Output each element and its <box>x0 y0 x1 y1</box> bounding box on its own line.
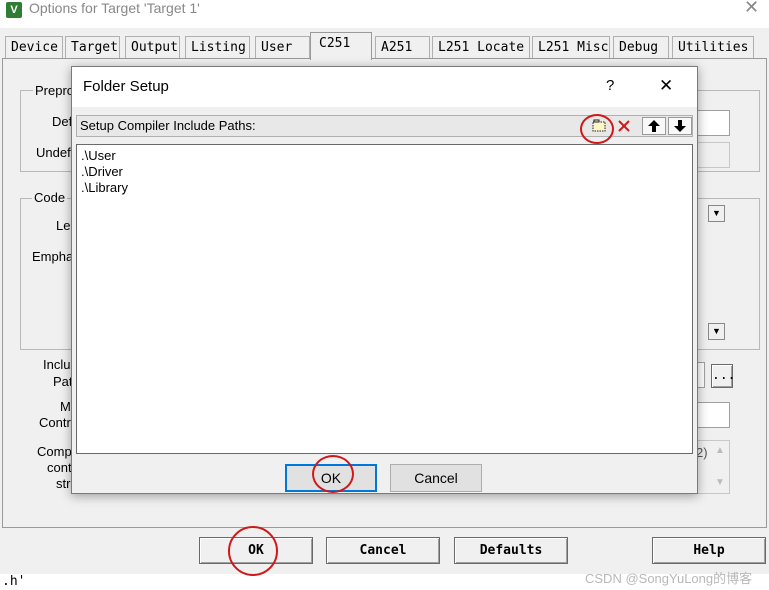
delete-icon[interactable] <box>612 117 636 135</box>
compiler-control-label-1: Comp <box>37 444 72 459</box>
folder-setup-cancel-button[interactable]: Cancel <box>390 464 482 492</box>
annotation-circle-new-folder <box>580 114 614 144</box>
options-help-button[interactable]: Help <box>652 537 766 564</box>
toolbar-label: Setup Compiler Include Paths: <box>80 118 256 133</box>
tab-l251-misc[interactable]: L251 Misc <box>532 36 610 58</box>
window-close-icon[interactable]: ✕ <box>744 0 759 18</box>
tab-l251-locate[interactable]: L251 Locate <box>432 36 530 58</box>
dialog-close-icon[interactable]: ✕ <box>659 76 673 96</box>
options-cancel-button[interactable]: Cancel <box>326 537 440 564</box>
list-item[interactable]: .\Library <box>81 180 128 196</box>
misc-controls-label-2: Contr <box>39 415 71 430</box>
tab-user[interactable]: User <box>255 36 310 58</box>
tab-utilities[interactable]: Utilities <box>672 36 754 58</box>
include-label-1: Inclu <box>43 357 71 372</box>
misc-controls-label-1: M <box>60 399 71 414</box>
editor-text-fragment: .h' <box>2 574 26 589</box>
tab-debug[interactable]: Debug <box>613 36 669 58</box>
preprocessor-group-label: Prepro <box>33 83 77 98</box>
define-label: Def <box>52 114 73 129</box>
include-paths-browse-button[interactable]: ... <box>711 364 735 388</box>
tab-device[interactable]: Device <box>5 36 63 58</box>
scroll-up-icon[interactable]: ▲ <box>715 445 725 456</box>
tab-output[interactable]: Output <box>125 36 180 58</box>
move-down-icon[interactable] <box>668 117 692 135</box>
define-field[interactable] <box>697 110 730 136</box>
move-up-icon[interactable] <box>642 117 666 135</box>
include-paths-field[interactable] <box>697 362 705 388</box>
undefine-label: Undef <box>36 145 71 160</box>
app-icon: V <box>6 2 22 18</box>
help-icon[interactable]: ? <box>606 77 614 94</box>
emphasis-combo-dropdown-icon[interactable]: ▼ <box>708 323 725 340</box>
level-combo-dropdown-icon[interactable]: ▼ <box>708 205 725 222</box>
list-item[interactable]: .\Driver <box>81 164 123 180</box>
tab-target[interactable]: Target <box>65 36 120 58</box>
tab-a251[interactable]: A251 <box>375 36 430 58</box>
code-generation-group-label: Code <box>32 190 68 205</box>
folder-setup-titlebar: Folder Setup ? ✕ <box>72 67 697 107</box>
emphasis-label: Empha <box>32 249 74 264</box>
tab-listing[interactable]: Listing <box>185 36 250 58</box>
window-title: Options for Target 'Target 1' <box>29 0 200 16</box>
tab-c251[interactable]: C251 <box>310 32 372 60</box>
include-label-2: Pat <box>53 374 73 389</box>
options-defaults-button[interactable]: Defaults <box>454 537 568 564</box>
level-label: Le <box>56 218 71 233</box>
scroll-down-icon[interactable]: ▼ <box>715 477 725 488</box>
watermark: CSDN @SongYuLong的博客 <box>585 571 753 586</box>
list-item[interactable]: .\User <box>81 148 116 164</box>
compiler-control-string: 2) ▲ ▼ <box>696 440 730 494</box>
window-titlebar: V Options for Target 'Target 1' ✕ <box>0 0 769 22</box>
compiler-control-label-2: cont <box>47 460 72 475</box>
misc-controls-field[interactable] <box>697 402 730 428</box>
include-paths-list[interactable]: .\User .\Driver .\Library <box>76 144 693 454</box>
annotation-circle-dialog-ok <box>312 455 354 493</box>
undefine-field[interactable] <box>697 142 730 168</box>
folder-setup-title: Folder Setup <box>83 78 169 95</box>
annotation-circle-ok <box>228 526 278 576</box>
